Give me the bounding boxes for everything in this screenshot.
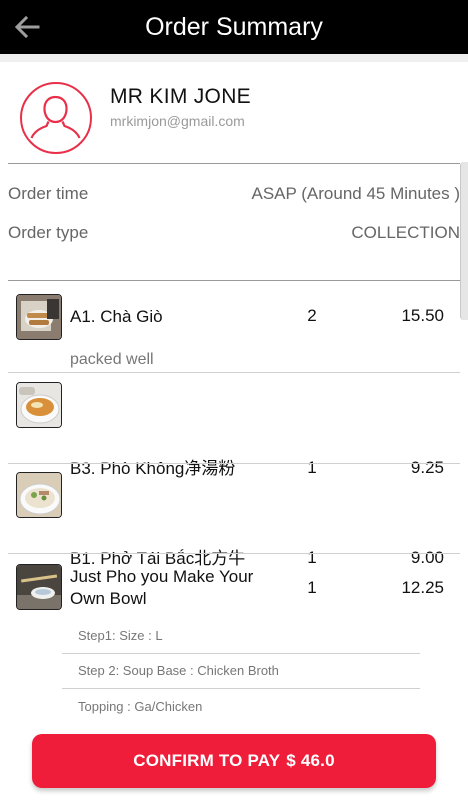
customer-profile: MR KIM JONE mrkimjon@gmail.com: [0, 62, 468, 162]
order-type-value: COLLECTION: [351, 223, 460, 242]
order-item: A1. Chà Giò 2 15.50 packed well: [0, 290, 468, 372]
item-name: A1. Chà Giò: [70, 307, 163, 326]
app-bar: Order Summary: [0, 0, 468, 54]
item-option: Step1: Size : L: [78, 628, 163, 643]
item-thumbnail: [16, 294, 62, 340]
item-note: packed well: [70, 351, 154, 368]
customer-name: MR KIM JONE: [110, 85, 251, 108]
customer-email: mrkimjon@gmail.com: [110, 113, 245, 129]
user-avatar-icon: [20, 82, 92, 154]
order-type-label: Order type: [8, 223, 89, 242]
pay-button-amount: $ 46.0: [286, 751, 335, 770]
order-summary-content: MR KIM JONE mrkimjon@gmail.com Order tim…: [0, 62, 468, 800]
item-quantity: 2: [307, 306, 317, 325]
item-option: Topping : Ga/Chicken: [78, 699, 203, 714]
item-quantity: 1: [307, 578, 317, 597]
divider: [8, 372, 460, 373]
divider: [8, 280, 460, 281]
item-name: Just Pho you Make Your Own Bowl: [70, 567, 254, 608]
item-thumbnail: [16, 472, 62, 518]
divider: [62, 688, 420, 689]
divider: [62, 653, 420, 654]
order-item: B3. Phò Không净湯粉 1 9.25: [0, 374, 468, 478]
item-option: Step 2: Soup Base : Chicken Broth: [78, 663, 279, 678]
order-time-label: Order time: [8, 184, 89, 203]
item-thumbnail: [16, 564, 62, 610]
divider: [8, 163, 460, 164]
item-thumbnail: [16, 382, 62, 428]
confirm-pay-button[interactable]: CONFIRM TO PAY $ 46.0: [32, 734, 436, 788]
item-price: 15.50: [401, 306, 444, 325]
order-item: Just Pho you Make Your Own Bowl 1 12.25 …: [0, 554, 468, 722]
item-price: 12.25: [401, 578, 444, 597]
order-item: B1. Phở Tái Bắc北方牛 1 9.00: [0, 464, 468, 568]
order-time-value: ASAP (Around 45 Minutes ): [251, 184, 460, 203]
pay-button-label: CONFIRM TO PAY: [133, 751, 281, 770]
page-title: Order Summary: [145, 13, 323, 41]
